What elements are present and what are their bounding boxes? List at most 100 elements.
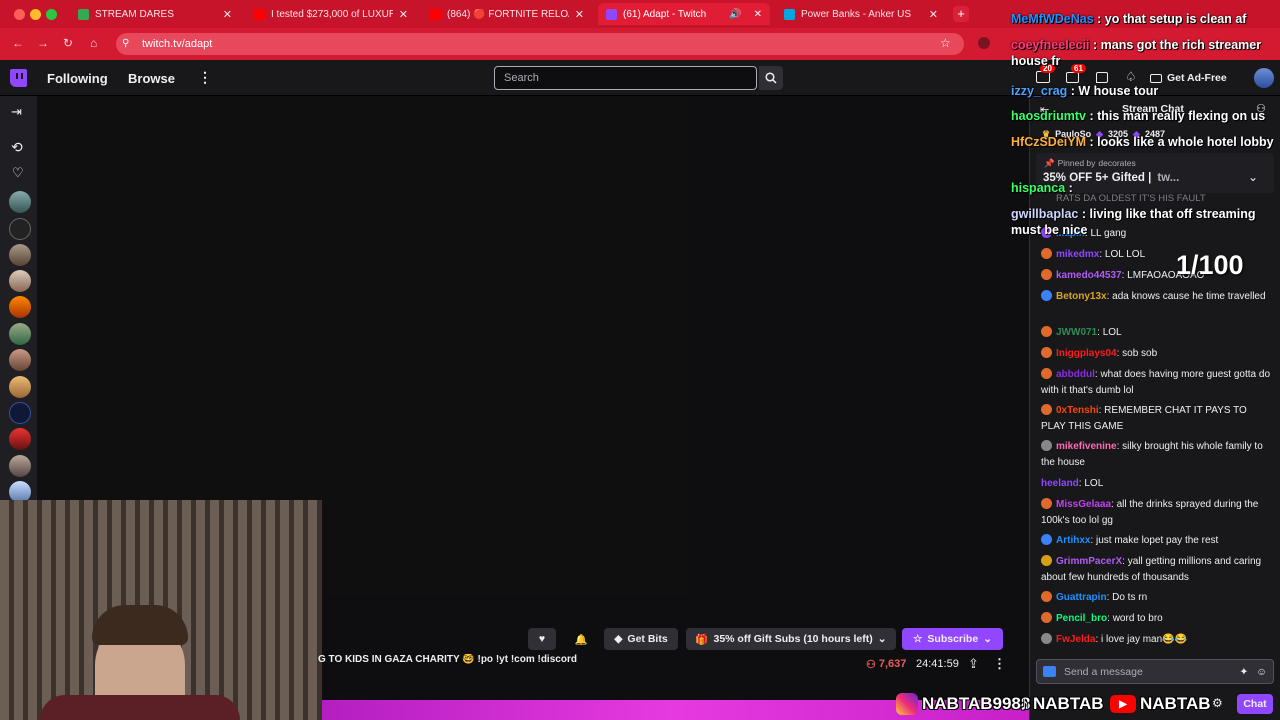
close-tab-icon[interactable]: ✕ [929,8,938,21]
pin-icon: 📌 [1044,158,1055,168]
new-tab-plus-icon[interactable]: + [953,6,969,22]
search-button[interactable] [759,66,783,90]
chat-username[interactable]: 0xTenshi [1056,405,1099,416]
browser-tab[interactable]: Power Banks - Anker US ✕ [776,3,946,25]
followed-channel-avatar[interactable] [9,244,31,266]
share-icon[interactable]: ⇪ [968,656,979,672]
close-window-button[interactable] [14,9,25,20]
chat-text: Do ts rn [1112,592,1148,603]
ad-free-icon [1150,73,1162,83]
twitch-logo-icon[interactable] [10,69,27,87]
overlay-chat-line: izzy_crag : W house tour [1011,84,1159,98]
chat-username[interactable]: abbddul [1056,369,1095,380]
chat-username[interactable]: mikedmx [1056,249,1099,260]
more-options-icon[interactable]: ⋮ [198,69,212,86]
notifications-bell-button[interactable]: 🔔 [568,628,594,650]
followed-channel-avatar[interactable] [9,349,31,371]
tab-label: Power Banks - Anker US [801,8,912,20]
bell-icon: 🔔 [574,633,588,646]
chat-username[interactable]: mikefivenine [1056,441,1117,452]
close-tab-icon[interactable]: ✕ [223,8,232,21]
bits-icon: ◆ [614,633,623,645]
address-bar[interactable]: twitch.tv/adapt [116,33,964,55]
subscribe-button[interactable]: ☆ Subscribe ⌄ [902,628,1003,650]
tiktok-handle: ♪ NABTAB [1020,692,1104,716]
chat-message: GrimmPacerX: yall getting millions and c… [1041,555,1262,583]
expand-sidebar-icon[interactable]: ⇥ [11,104,22,120]
chat-username[interactable]: JWW071 [1056,327,1097,338]
bits-icon[interactable]: ✦ [1239,666,1248,678]
follow-heart-button[interactable]: ♥ [528,628,556,650]
overlay-chat-line: MeMfWDeNas : yo that setup is clean af [1011,12,1247,26]
followed-channel-avatar[interactable] [9,455,31,477]
chat-message: JWW071: LOL [1041,325,1273,341]
followed-channel-avatar[interactable] [9,191,31,213]
site-info-icon[interactable]: ⚲ [122,38,129,49]
get-bits-button[interactable]: ◆ Get Bits [604,628,678,650]
emote-picker-icon[interactable]: ☺ [1256,666,1267,678]
home-icon[interactable]: ⌂ [90,36,97,50]
more-options-icon[interactable]: ⋮ [993,656,1006,672]
back-arrow-icon[interactable]: ← [12,36,24,50]
pinned-header: 📌 Pinned by decorates [1044,158,1136,169]
instagram-handle: NABTAB9988 [896,692,1030,716]
followed-channel-avatar[interactable] [9,376,31,398]
chat-username[interactable]: Guattrapin [1056,592,1107,603]
maximize-window-button[interactable] [46,9,57,20]
viewer-icon: ⚇ [866,659,876,671]
browser-tab-active[interactable]: (61) Adapt - Twitch 🔊 ✕ [598,3,770,25]
followed-channel-avatar[interactable] [9,323,31,345]
chat-username[interactable]: Artihxx [1056,535,1090,546]
inbox-icon[interactable] [1066,72,1079,83]
heart-icon[interactable]: ♡ [12,165,24,181]
followed-channel-avatar[interactable] [9,270,31,292]
chat-username[interactable]: Pencil_bro [1056,613,1107,624]
close-tab-icon[interactable]: ✕ [399,8,408,21]
followed-channel-avatar[interactable] [9,428,31,450]
bookmark-star-icon[interactable]: ☆ [940,36,951,50]
nav-following[interactable]: Following [47,71,108,86]
forward-arrow-icon[interactable]: → [37,36,49,50]
followed-channel-avatar[interactable] [9,218,31,240]
nav-browse[interactable]: Browse [128,71,175,86]
chat-message: mikefivenine: silky brought his whole fa… [1041,440,1263,468]
chat-username[interactable]: kamedo44537 [1056,270,1122,281]
minimize-window-button[interactable] [30,9,41,20]
overlay-text: looks like a whole hotel lobby [1097,135,1274,149]
browser-tab[interactable]: (864) 🔴 FORTNITE RELOAD ✕ [422,3,592,25]
chat-message: Guattrapin: Do ts rn [1041,590,1273,606]
chat-input[interactable]: Send a message ✦ ☺ [1036,659,1274,684]
chat-text: sob sob [1122,348,1158,359]
overlay-text: this man really flexing on us [1097,109,1266,123]
chat-settings-gear-icon[interactable]: ⚙ [1212,696,1223,710]
browser-tab[interactable]: I tested $273,000 of LUXURY ✕ [246,3,416,25]
chat-username[interactable]: GrimmPacerX [1056,556,1122,567]
search-input[interactable]: Search [494,66,757,90]
chat-message: Pencil_bro: word to bro [1041,611,1273,627]
url-text: twitch.tv/adapt [142,38,213,50]
for-you-icon[interactable]: ⟲ [11,139,23,156]
followed-channel-avatar[interactable] [9,402,31,424]
close-tab-icon[interactable]: ✕ [575,8,584,21]
chat-send-button[interactable]: Chat [1237,694,1273,714]
extension-icon[interactable] [978,37,990,49]
speaker-icon[interactable]: 🔊 [729,9,741,20]
chat-message: Betony13x: ada knows cause he time trave… [1041,289,1273,305]
overlay-text: yo that setup is clean af [1104,12,1247,26]
overlay-user: gwillbaplac [1011,207,1079,221]
chat-username[interactable]: MissGelaaa [1056,499,1111,510]
reload-icon[interactable]: ↻ [63,36,73,50]
overlay-user: izzy_crag [1011,84,1068,98]
gift-subs-button[interactable]: 🎁 35% off Gift Subs (10 hours left) ⌄ [686,628,896,650]
browser-tab[interactable]: STREAM DARES ✕ [70,3,240,25]
chat-username[interactable]: heeland [1041,478,1079,489]
whispers-icon[interactable] [1096,72,1108,83]
followed-channel-avatar[interactable] [9,296,31,318]
chat-username[interactable]: Iniggplays04 [1056,348,1117,359]
chat-username[interactable]: Betony13x [1056,291,1107,302]
chat-text: word to bro [1112,613,1163,624]
close-tab-icon[interactable]: ✕ [754,9,762,20]
uptime: 24:41:59 [916,658,959,670]
chat-username[interactable]: FwJelda [1056,634,1095,645]
pinned-by-label: Pinned by [1057,158,1096,168]
